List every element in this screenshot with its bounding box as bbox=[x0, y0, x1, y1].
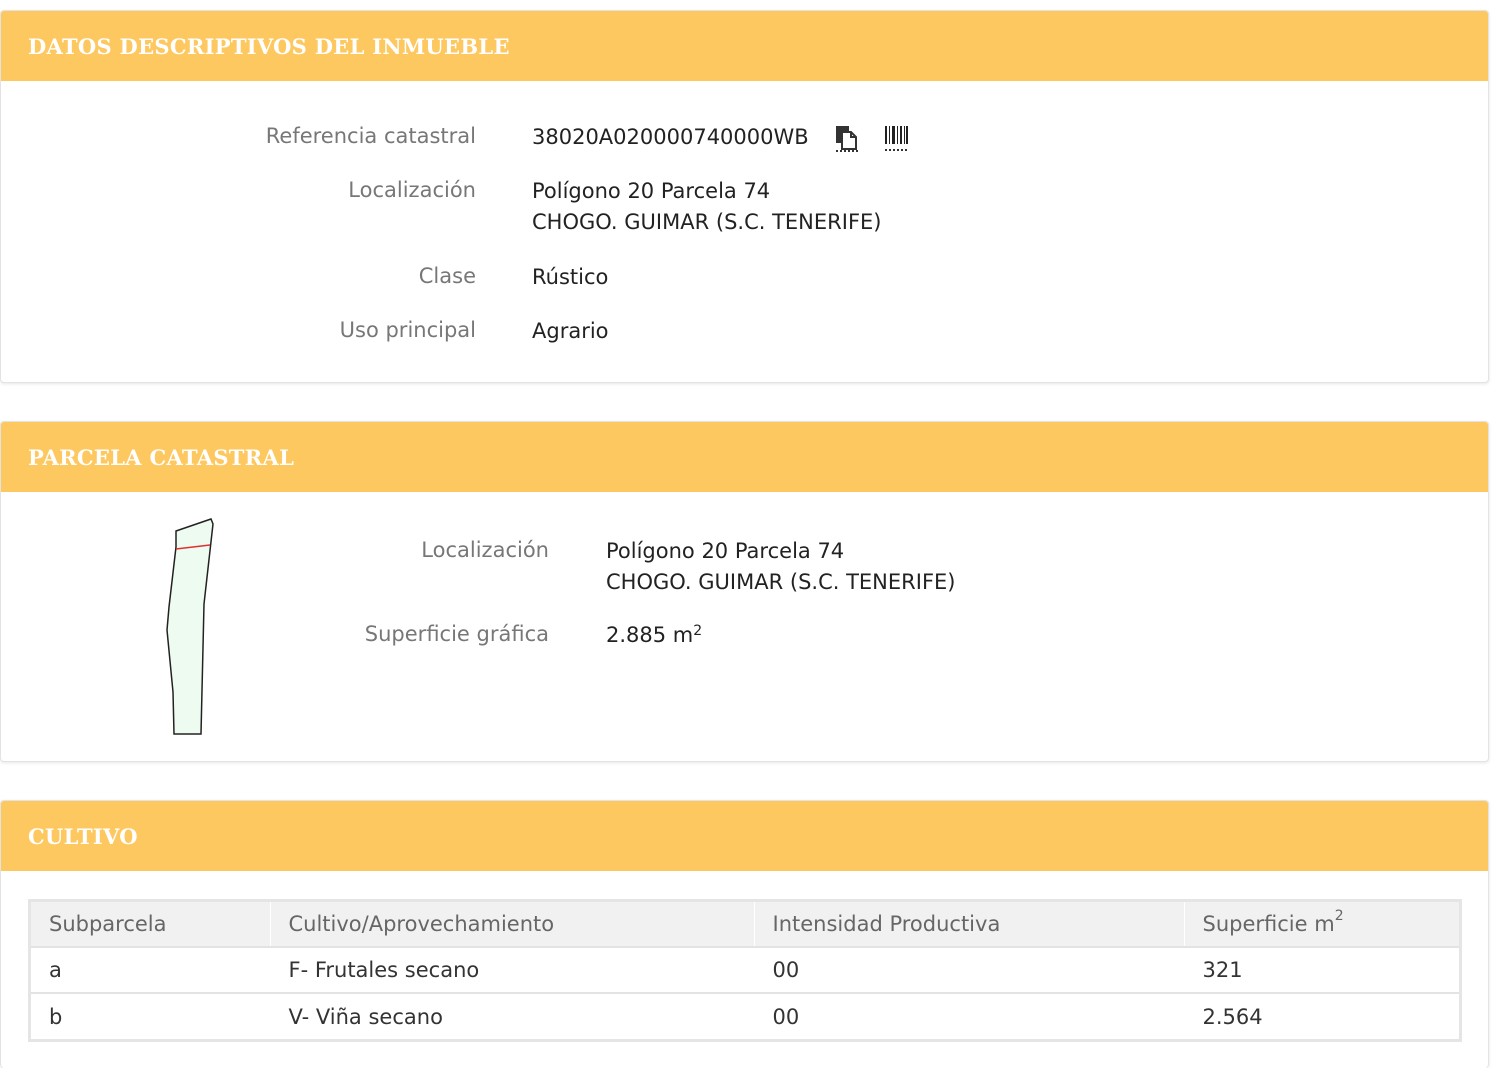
cultivo-panel: CULTIVO Subparcela Cultivo/Aprovechamien… bbox=[0, 800, 1489, 1068]
col-intensidad: Intensidad Productiva bbox=[753, 902, 1184, 948]
parcel-shape bbox=[166, 518, 214, 735]
clase-label: Clase bbox=[418, 264, 476, 288]
col-cultivo: Cultivo/Aprovechamiento bbox=[269, 902, 754, 948]
table-row: a F- Frutales secano 00 321 bbox=[31, 947, 1459, 994]
parcela-localizacion-line2: CHOGO. GUIMAR (S.C. TENERIFE) bbox=[606, 570, 956, 594]
localizacion-line2: CHOGO. GUIMAR (S.C. TENERIFE) bbox=[532, 210, 882, 234]
cell-intensidad: 00 bbox=[753, 993, 1184, 1039]
referencia-catastral-label: Referencia catastral bbox=[265, 124, 476, 148]
clase-value: Rústico bbox=[532, 265, 609, 289]
cultivo-header: CULTIVO bbox=[1, 801, 1488, 871]
col-superficie: Superficie m2 bbox=[1183, 902, 1459, 948]
cultivo-table: Subparcela Cultivo/Aprovechamiento Inten… bbox=[28, 899, 1462, 1042]
parcela-catastral-header: PARCELA CATASTRAL bbox=[1, 422, 1488, 492]
uso-principal-label: Uso principal bbox=[339, 318, 476, 342]
copy-icon[interactable] bbox=[835, 125, 859, 157]
cell-cultivo: F- Frutales secano bbox=[269, 947, 754, 994]
uso-principal-value: Agrario bbox=[532, 319, 609, 343]
cell-subparcela: a bbox=[31, 947, 270, 994]
referencia-catastral-value: 38020A020000740000WB bbox=[532, 125, 809, 149]
cell-superficie: 2.564 bbox=[1183, 993, 1459, 1039]
cell-cultivo: V- Viña secano bbox=[269, 993, 754, 1039]
parcela-localizacion-line1: Polígono 20 Parcela 74 bbox=[606, 539, 845, 563]
datos-descriptivos-panel: DATOS DESCRIPTIVOS DEL INMUEBLE Referenc… bbox=[0, 10, 1489, 383]
cell-intensidad: 00 bbox=[753, 947, 1184, 994]
cell-superficie: 321 bbox=[1183, 947, 1459, 994]
superficie-grafica-value: 2.885 m2 bbox=[606, 623, 703, 647]
superficie-exponent: 2 bbox=[693, 623, 703, 639]
superficie-grafica-label: Superficie gráfica bbox=[364, 622, 549, 646]
parcela-localizacion-label: Localización bbox=[421, 538, 549, 562]
localizacion-line1: Polígono 20 Parcela 74 bbox=[532, 179, 771, 203]
parcela-catastral-panel: PARCELA CATASTRAL Localización Polígono … bbox=[0, 421, 1489, 762]
localizacion-label: Localización bbox=[348, 178, 476, 202]
cell-subparcela: b bbox=[49, 1004, 63, 1029]
barcode-icon[interactable] bbox=[885, 125, 909, 157]
table-row: b V- Viña secano 00 2.564 bbox=[31, 993, 1459, 1039]
col-subparcela: Subparcela bbox=[31, 902, 270, 948]
datos-descriptivos-header: DATOS DESCRIPTIVOS DEL INMUEBLE bbox=[1, 11, 1488, 81]
table-header-row: Subparcela Cultivo/Aprovechamiento Inten… bbox=[31, 902, 1459, 948]
parcel-map[interactable] bbox=[151, 512, 231, 742]
